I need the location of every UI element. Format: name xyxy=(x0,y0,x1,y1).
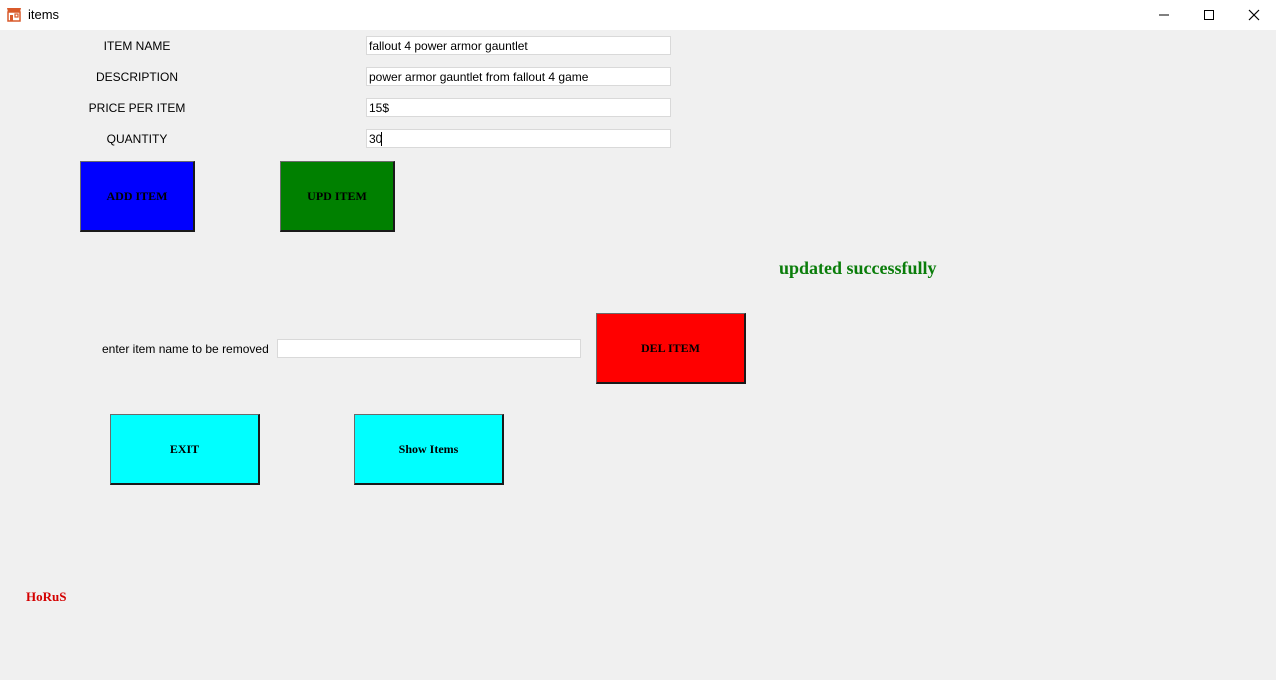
description-input[interactable] xyxy=(366,67,671,86)
description-label: DESCRIPTION xyxy=(95,70,178,84)
update-item-button[interactable]: UPD ITEM xyxy=(280,161,395,232)
quantity-input[interactable] xyxy=(366,129,671,148)
exit-button[interactable]: EXIT xyxy=(110,414,260,485)
status-message: updated successfully xyxy=(779,258,937,278)
remove-item-label: enter item name to be removed xyxy=(102,342,269,356)
remove-item-input[interactable] xyxy=(277,339,581,358)
price-input[interactable] xyxy=(366,98,671,117)
author-signature: HoRuS xyxy=(26,589,67,604)
minimize-icon xyxy=(1158,9,1170,21)
store-icon xyxy=(6,6,22,22)
show-items-button[interactable]: Show Items xyxy=(354,414,504,485)
window-title: items xyxy=(28,7,60,22)
minimize-button[interactable] xyxy=(1141,0,1187,30)
item-name-input[interactable] xyxy=(366,36,671,55)
add-item-button[interactable]: ADD ITEM xyxy=(80,161,195,232)
quantity-label: QUANTITY xyxy=(106,132,168,146)
price-label: PRICE PER ITEM xyxy=(88,101,186,115)
maximize-button[interactable] xyxy=(1186,0,1232,30)
item-name-label: ITEM NAME xyxy=(103,39,171,53)
text-caret xyxy=(381,132,382,146)
close-icon xyxy=(1248,9,1260,21)
delete-item-button[interactable]: DEL ITEM xyxy=(596,313,746,384)
maximize-icon xyxy=(1203,9,1215,21)
close-button[interactable] xyxy=(1231,0,1276,30)
title-bar: items xyxy=(0,0,1276,30)
